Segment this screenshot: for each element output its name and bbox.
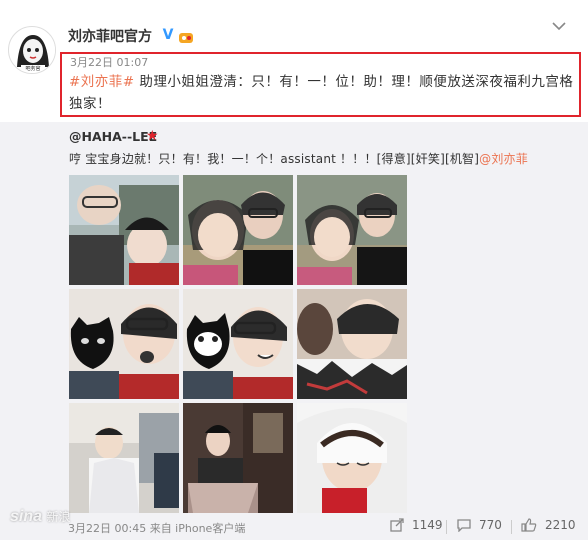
photo-3[interactable] [297,175,407,285]
photo-1[interactable] [69,175,179,285]
chevron-down-icon[interactable] [552,18,566,32]
divider [446,520,447,534]
photo-5[interactable] [183,289,293,399]
comment-icon [457,519,471,532]
photo-9[interactable] [297,403,407,513]
repost-count: 1149 [412,518,443,532]
like-button[interactable]: 2210 [521,518,576,532]
star-badge-icon: ★ [146,128,159,144]
like-icon [521,518,537,532]
sina-watermark: sina 新浪 [10,508,70,526]
watermark-brand: sina [10,508,43,525]
post-body: 助理小姐姐澄清：只！有！一！位！助！理！顺便放送深夜福利九宫格独家！ [69,74,574,112]
post-text: #刘亦菲# 助理小姐姐澄清：只！有！一！位！助！理！顺便放送深夜福利九宫格独家！ [69,71,575,115]
member-badge-icon [179,29,193,43]
post-timestamp[interactable]: 3月22日 01:07 [70,54,148,70]
watermark-sub: 新浪 [46,510,71,524]
hashtag-link[interactable]: #刘亦菲# [69,74,135,90]
photo-6[interactable] [297,289,407,399]
photo-2[interactable] [183,175,293,285]
repost-meta[interactable]: 3月22日 00:45 来自 iPhone客户端 [68,520,245,536]
svg-text:吧务官: 吧务官 [25,65,40,72]
avatar[interactable]: 吧务官 [8,26,56,74]
mention-link[interactable]: @刘亦菲 [479,152,528,166]
photo-4[interactable] [69,289,179,399]
like-count: 2210 [545,518,576,532]
comment-button[interactable]: 770 [457,518,502,532]
photo-8[interactable] [183,403,293,513]
divider [511,520,512,534]
photo-7[interactable] [69,403,179,513]
username[interactable]: 刘亦菲吧官方 [68,26,152,46]
repost-icon [390,518,404,532]
repost-username[interactable]: @HAHA--LEE [69,129,157,144]
repost-text: 哼 宝宝身边就！只！有！我！一！个！assistant ！！！[得意][奸笑][… [69,150,528,167]
verified-icon: V [160,27,176,43]
comment-count: 770 [479,518,502,532]
repost-body: 哼 宝宝身边就！只！有！我！一！个！assistant ！！！[得意][奸笑][… [69,152,480,166]
repost-button[interactable]: 1149 [390,518,443,532]
